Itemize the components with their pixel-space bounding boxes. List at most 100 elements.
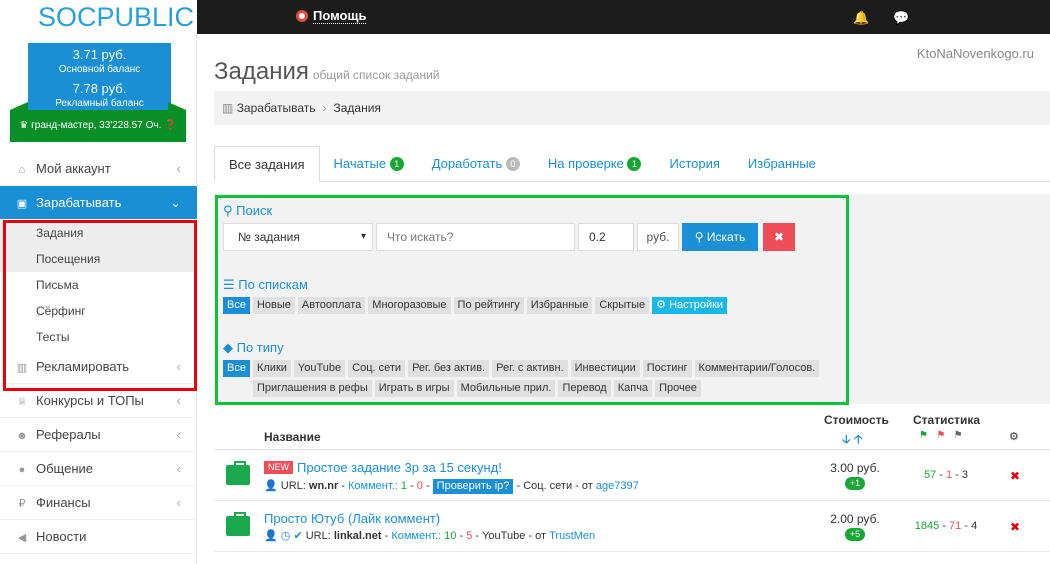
breadcrumb-item-earn[interactable]: Зарабатывать: [237, 101, 316, 115]
sort-arrows[interactable]: 🡣 🡡: [842, 430, 863, 451]
stat-bad: 1: [946, 469, 953, 481]
logo-part1: SOC: [38, 2, 97, 32]
stat-good: 57: [923, 469, 937, 481]
page-subtitle: общий список заданий: [312, 68, 440, 82]
logo[interactable]: SOCPUBLIC: [0, 0, 197, 34]
sort-desc-icon[interactable]: 🡣: [842, 432, 851, 446]
price-value: 2.00 руб.: [830, 512, 880, 526]
task-title-text: Просто Ютуб (Лайк коммент): [264, 511, 441, 526]
task-author[interactable]: TrustMen: [549, 530, 595, 542]
comments-negative: 0: [416, 480, 423, 492]
sidebar-item-label: Финансы: [36, 495, 91, 510]
hide-task-button[interactable]: ✖: [1010, 520, 1020, 534]
lifebuoy-icon: [296, 10, 308, 22]
task-url: wn.nr: [308, 480, 339, 492]
green-highlight-box: [215, 195, 849, 405]
task-meta: 👤 ◷ ✔ URL: linkal.net - Коммент.: 10 - 5…: [264, 530, 596, 542]
comments-label[interactable]: Коммент.:: [348, 480, 398, 492]
rank-ribbon[interactable]: ♛ гранд-мастер, 33'228.57 Оч. ❓: [10, 102, 186, 142]
task-stats: 57 - 1 - 3: [923, 469, 969, 481]
chevron-down-icon: ⌄: [170, 195, 181, 210]
task-category: Соц. сети: [523, 480, 573, 492]
from-label: от: [535, 530, 547, 542]
logo-part2: PUBLIC: [96, 2, 195, 32]
tab-label: Доработать: [431, 156, 503, 171]
briefcase-icon: [226, 512, 250, 536]
sidebar-item-label: Рефералы: [36, 427, 101, 442]
task-title[interactable]: NEW Простое задание 3р за 15 секунд!: [264, 460, 502, 475]
sidebar-item-label: Конкурсы и ТОПы: [36, 393, 144, 408]
user-icon: 👤: [264, 530, 278, 542]
tab-started[interactable]: Начатые 1: [320, 146, 418, 182]
sidebar: 3.71 руб. Основной баланс 7.78 руб. Рекл…: [0, 34, 197, 564]
main-balance-label: Основной баланс: [58, 64, 141, 75]
help-label: Помощь: [313, 8, 367, 24]
task-url: linkal.net: [333, 530, 382, 542]
stat-bad: 71: [949, 520, 962, 532]
comments-positive: 1: [400, 480, 407, 492]
task-stats: 1845 - 71 - 4: [914, 520, 978, 532]
task-price: 2.00 руб. +5: [819, 512, 891, 541]
price-badge: +1: [844, 477, 866, 490]
sidebar-item-news[interactable]: ◀ Новости: [0, 520, 197, 554]
table-row[interactable]: Просто Ютуб (Лайк коммент) 👤 ◷ ✔ URL: li…: [214, 502, 1050, 552]
sidebar-item-earn[interactable]: ▣ Зарабатывать ⌄: [0, 186, 197, 220]
sidebar-item-referrals[interactable]: ☻ Рефералы ‹: [0, 418, 197, 452]
chat-icon: ●: [18, 464, 26, 476]
breadcrumb: ▥ Зарабатывать › Задания: [214, 91, 1050, 125]
chat-icon[interactable]: 💬: [893, 10, 909, 26]
task-title[interactable]: Просто Ютуб (Лайк коммент): [264, 511, 440, 526]
tab-label: Все задания: [229, 157, 305, 172]
help-link[interactable]: Помощь: [296, 8, 367, 24]
sidebar-item-label: Зарабатывать: [36, 195, 122, 210]
task-author[interactable]: age7397: [596, 480, 639, 492]
table-row[interactable]: NEW Простое задание 3р за 15 секунд! 👤 UR…: [214, 451, 1050, 501]
chevron-left-icon: ‹: [176, 461, 181, 476]
chevron-left-icon: ‹: [176, 495, 181, 510]
page-title: Задания общий список заданий: [214, 58, 440, 86]
stat-flags: ⚑ ⚑ ⚑: [919, 430, 963, 441]
user-icon: 👤: [264, 480, 278, 492]
ad-balance: 7.78 руб.: [72, 81, 127, 96]
chevron-left-icon: ‹: [176, 427, 181, 442]
green-flag-icon: ⚑: [919, 430, 928, 441]
tab-history[interactable]: История: [655, 146, 733, 182]
sidebar-item-account[interactable]: ⌂ Мой аккаунт ‹: [0, 152, 197, 186]
chevron-left-icon: ‹: [176, 161, 181, 176]
tab-on-review[interactable]: На проверке 1: [534, 146, 656, 182]
breadcrumb-separator: ›: [322, 101, 327, 115]
hide-task-button[interactable]: ✖: [1010, 469, 1020, 483]
comments-label[interactable]: Коммент.:: [391, 530, 441, 542]
red-highlight-box: [3, 220, 197, 391]
bell-icon[interactable]: 🔔: [853, 10, 869, 26]
breadcrumb-chart-icon: ▥: [222, 101, 234, 115]
sidebar-item-label: Мой аккаунт: [36, 161, 111, 176]
rank-label: гранд-мастер, 33'228.57 Оч.: [31, 120, 162, 131]
main-content: KtoNaNovenkogo.ru Задания общий список за…: [214, 34, 1050, 564]
stat-other: 3: [961, 469, 969, 481]
col-name[interactable]: Название: [264, 430, 321, 444]
gears-icon[interactable]: ⚙: [1009, 430, 1019, 443]
sidebar-item-label: Новости: [36, 529, 87, 544]
watermark: KtoNaNovenkogo.ru: [916, 46, 1034, 61]
count-badge: 1: [389, 157, 404, 171]
col-stats: Статистика: [913, 413, 981, 427]
tab-all[interactable]: Все задания: [214, 146, 320, 182]
tab-rework[interactable]: Доработать 0: [418, 146, 534, 182]
table-header: Название Стоимость 🡣 🡡 Статистика ⚑ ⚑ ⚑ …: [214, 406, 1050, 450]
task-category: YouTube: [482, 530, 526, 542]
tab-label: На проверке: [547, 156, 624, 171]
sort-asc-icon[interactable]: 🡡: [854, 432, 863, 446]
price-badge: +5: [844, 528, 866, 541]
check-icon: ✔: [293, 530, 303, 542]
clock-icon: ◷: [280, 530, 291, 542]
home-icon: ⌂: [18, 164, 26, 176]
check-ip-button[interactable]: Проверить ip?: [432, 479, 514, 494]
tab-favorites[interactable]: Избранные: [734, 146, 830, 182]
comments-positive: 10: [444, 530, 457, 542]
sidebar-item-finance[interactable]: ₽ Финансы ‹: [0, 486, 197, 520]
task-meta: 👤 URL: wn.nr - Коммент.: 1 - 0 - Провери…: [264, 479, 639, 494]
count-badge: 1: [627, 157, 642, 171]
url-label: URL:: [280, 480, 306, 492]
sidebar-item-chat[interactable]: ● Общение ‹: [0, 452, 197, 486]
